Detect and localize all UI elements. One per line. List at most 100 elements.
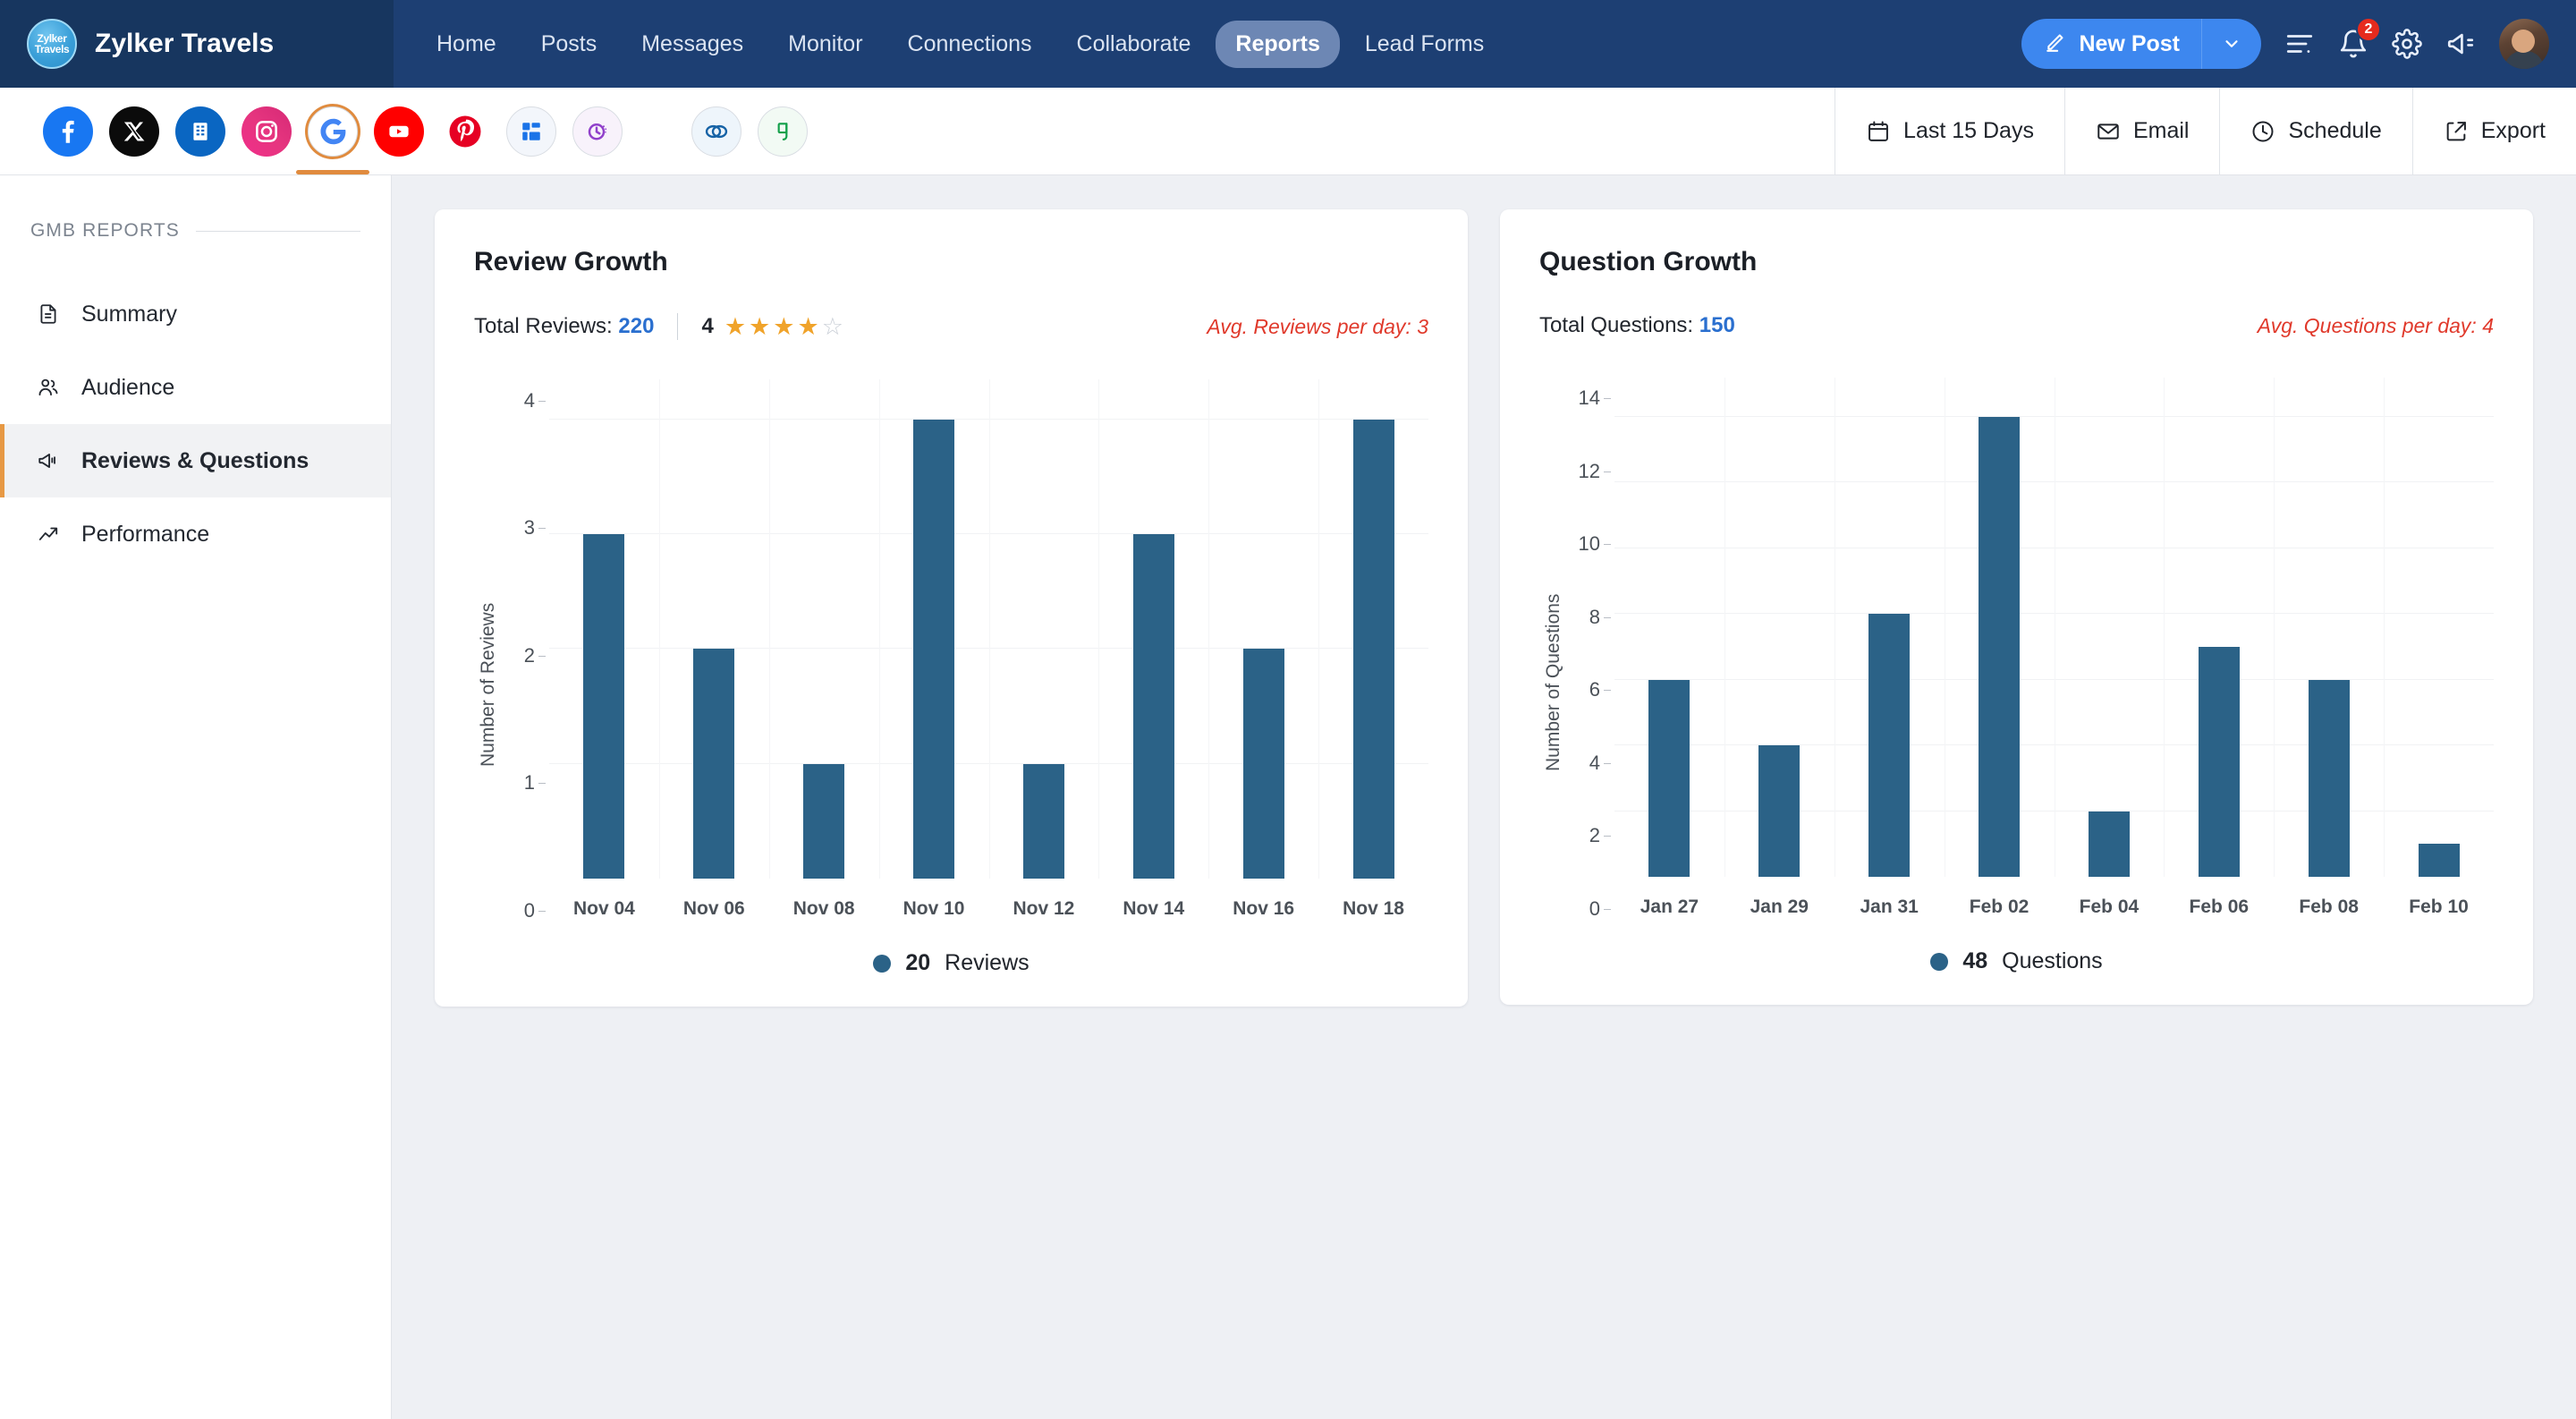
schedule-button[interactable]: Schedule: [2219, 88, 2411, 174]
bar-slot: [549, 379, 659, 879]
sidebar-section-label: GMB REPORTS: [30, 220, 180, 241]
sidebar-item-reviews-questions[interactable]: Reviews & Questions: [0, 424, 391, 497]
bar[interactable]: [1132, 534, 1174, 879]
new-post-dropdown-button[interactable]: [2201, 19, 2261, 69]
export-button[interactable]: Export: [2411, 88, 2576, 174]
y-tick-label: 3: [523, 516, 547, 540]
megaphone-icon: [2447, 33, 2474, 55]
page-body: GMB REPORTS Summary Audience Reviews & Q…: [0, 175, 2576, 1419]
bar[interactable]: [693, 649, 735, 879]
brand-logo-icon: Zylker Travels: [27, 19, 77, 69]
x-tick-label: Nov 08: [792, 898, 855, 919]
new-post-main[interactable]: New Post: [2021, 30, 2201, 59]
x-axis-labels: Nov 04 Nov 06 Nov 08 Nov 10 Nov 12 Nov 14 Nov …: [549, 884, 1428, 934]
nav-item-collaborate[interactable]: Collaborate: [1057, 21, 1211, 68]
nav-item-messages[interactable]: Messages: [622, 21, 763, 68]
date-range-label: Last 15 Days: [1903, 118, 2034, 143]
x-axis-labels: Jan 27 Jan 29 Jan 31 Feb 02 Feb 04 Feb 06 Feb …: [1614, 882, 2494, 932]
calendar-icon: [1868, 121, 1888, 141]
bar[interactable]: [1022, 763, 1064, 879]
sidebar-item-summary[interactable]: Summary: [0, 277, 391, 351]
channel-instagram[interactable]: [242, 106, 292, 157]
bar-slot: [769, 379, 879, 879]
card-meta-row: Total Questions: 150 Avg. Questions per …: [1539, 313, 2494, 338]
bar-series: [549, 379, 1428, 879]
nav-item-monitor[interactable]: Monitor: [768, 21, 882, 68]
meta-divider: [677, 313, 679, 340]
card-title: Question Growth: [1539, 247, 1758, 276]
notifications-button[interactable]: 2: [2338, 17, 2381, 59]
plot-inner: [549, 379, 1428, 879]
channel-google-business[interactable]: [296, 106, 369, 174]
date-range-button[interactable]: Last 15 Days: [1835, 88, 2064, 174]
channel-linkedin[interactable]: [175, 106, 225, 157]
y-tick-label: 0: [1589, 897, 1612, 920]
bar[interactable]: [803, 763, 845, 879]
brand-area[interactable]: Zylker Travels Zylker Travels: [0, 0, 394, 88]
gear-icon: [2392, 29, 2422, 59]
bar[interactable]: [583, 534, 625, 879]
channel-toolbar: Last 15 Days Email Schedule Export: [0, 88, 2576, 175]
user-avatar[interactable]: [2499, 19, 2549, 69]
x-tick-label: Feb 02: [1969, 896, 2029, 917]
legend-label: Questions: [2002, 948, 2103, 973]
main-menu: Home Posts Messages Monitor Connections …: [417, 20, 1504, 68]
channel-bitly[interactable]: [691, 106, 741, 157]
pinterest-icon: [449, 115, 481, 147]
y-tick-label: 2: [1589, 824, 1612, 847]
bar-slot: [2055, 378, 2165, 877]
channel-x-twitter[interactable]: [109, 106, 159, 157]
settings-button[interactable]: [2392, 29, 2422, 59]
bar[interactable]: [1758, 745, 1801, 877]
legend-value: 48: [1962, 948, 1988, 973]
youtube-icon: [389, 125, 409, 137]
sidebar-item-label: Reviews & Questions: [81, 447, 309, 473]
nav-item-connections[interactable]: Connections: [888, 21, 1052, 68]
bar[interactable]: [2418, 844, 2460, 877]
nav-item-posts[interactable]: Posts: [521, 21, 617, 68]
nav-item-lead-forms[interactable]: Lead Forms: [1345, 21, 1504, 68]
notification-badge: 2: [2356, 17, 2381, 42]
channel-tiktok[interactable]: [758, 106, 808, 157]
announcements-button[interactable]: [2445, 29, 2476, 59]
facebook-icon: [62, 120, 74, 143]
rating-stars: ★ ★ ★ ★ ☆: [724, 312, 843, 340]
channel-facebook[interactable]: [43, 106, 93, 157]
bar-slot: [659, 379, 769, 879]
y-tick-label: 0: [523, 899, 547, 922]
channel-google-ads[interactable]: [506, 106, 556, 157]
bar[interactable]: [913, 419, 955, 879]
bar[interactable]: [2198, 647, 2240, 877]
bar-slot: [1724, 378, 1835, 877]
sidebar-section-title: GMB REPORTS: [0, 220, 391, 242]
new-post-button[interactable]: New Post: [2021, 19, 2261, 69]
sidebar-item-audience[interactable]: Audience: [0, 351, 391, 424]
avg-reviews-per-day: Avg. Reviews per day: 3: [1207, 314, 1428, 338]
google-icon: [320, 118, 346, 144]
email-button[interactable]: Email: [2063, 88, 2220, 174]
plot-inner: [1614, 378, 2494, 877]
bar-slot: [989, 379, 1099, 879]
bar[interactable]: [2088, 811, 2130, 877]
reports-content: Review Growth Total Reviews: 220 4 ★ ★ ★…: [392, 175, 2576, 1419]
nav-item-reports[interactable]: Reports: [1216, 20, 1340, 68]
nav-item-home[interactable]: Home: [417, 21, 516, 68]
channel-youtube[interactable]: [374, 106, 424, 157]
x-tick-label: Jan 27: [1640, 896, 1699, 917]
bar[interactable]: [2308, 679, 2350, 877]
bar[interactable]: [1979, 417, 2021, 877]
activity-list-button[interactable]: [2284, 29, 2315, 59]
channel-pinterest[interactable]: [440, 106, 490, 157]
star-filled-2: ★: [749, 312, 771, 340]
bar[interactable]: [1648, 679, 1690, 877]
bar[interactable]: [1868, 614, 1911, 877]
plot-area: Jan 27 Jan 29 Jan 31 Feb 02 Feb 04 Feb 06 Feb …: [1614, 378, 2494, 932]
bar[interactable]: [1242, 649, 1284, 879]
x-tick-label: Feb 08: [2299, 896, 2359, 917]
channel-mastodon[interactable]: [572, 106, 623, 157]
chevron-down-icon: [2225, 40, 2238, 47]
bar[interactable]: [1352, 419, 1394, 879]
tiktok-icon: [777, 122, 788, 140]
x-tick-label: Jan 29: [1750, 896, 1809, 917]
sidebar-item-performance[interactable]: Performance: [0, 497, 391, 571]
